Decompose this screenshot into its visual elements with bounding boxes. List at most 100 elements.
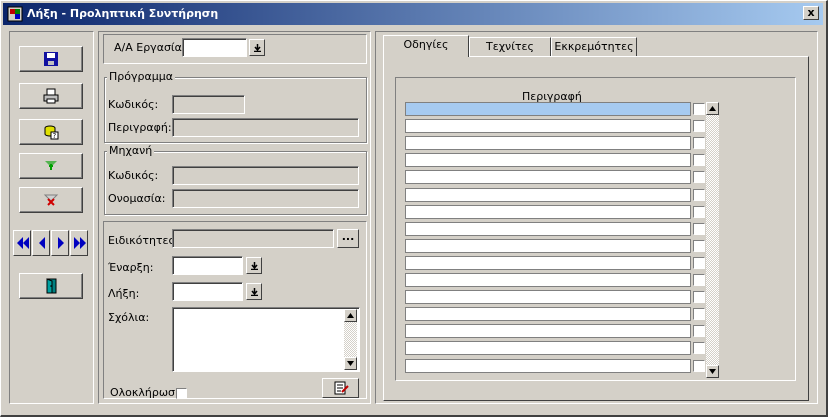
start-date-input[interactable] [172,256,243,275]
grid-row[interactable] [405,205,691,219]
grid-row-checkbox[interactable] [693,360,705,372]
close-button[interactable]: x [803,6,819,20]
database-query-icon: ? [44,125,59,140]
delete-row-icon [43,194,59,206]
scroll-down-icon [709,369,716,374]
program-description-field[interactable] [172,118,359,137]
dropdown-arrow-icon [254,44,261,52]
completion-label: Ολοκλήρωση [110,386,182,399]
grid-row-checkbox[interactable] [693,120,705,132]
start-label: Έναρξη: [108,261,154,274]
notes-button[interactable] [322,378,359,398]
grid-row-checkbox[interactable] [693,154,705,166]
grid-row[interactable] [405,290,691,304]
machine-name-field[interactable] [172,189,359,208]
grid-row[interactable] [405,239,691,253]
previous-record-icon [39,237,45,249]
grid-row[interactable] [405,273,691,287]
tab-technicians[interactable]: Τεχνίτες [469,37,551,57]
grid-row[interactable] [405,256,691,270]
grid-row[interactable] [405,188,691,202]
job-number-dropdown[interactable] [249,39,265,56]
comments-textarea[interactable] [172,307,360,372]
grid-row[interactable] [405,170,691,184]
tab-instructions[interactable]: Οδηγίες [383,35,469,57]
notes-pen-icon [334,381,349,395]
grid-row-checkbox[interactable] [693,206,705,218]
grid-row-checkbox[interactable] [693,171,705,183]
add-row-icon [45,161,57,170]
next-record-button[interactable] [51,230,69,256]
grid-row-checkbox[interactable] [693,223,705,235]
save-button[interactable] [19,46,83,72]
specialties-browse-button[interactable]: ... [337,229,359,248]
exit-button[interactable] [19,273,83,299]
add-record-button[interactable] [19,153,83,179]
first-record-icon [17,237,29,249]
job-number-label: Α/Α Εργασίας [114,41,189,54]
comments-scroll-down[interactable] [344,357,357,370]
grid-scroll-up[interactable] [706,102,719,115]
title-bar[interactable]: Λήξη - Προληπτική Συντήρηση x [3,3,823,25]
exit-door-icon [46,278,57,294]
grid-row-checkbox[interactable] [693,291,705,303]
end-label: Λήξη: [108,287,140,300]
first-record-button[interactable] [13,230,31,256]
grid-row[interactable] [405,153,691,167]
main-window: Λήξη - Προληπτική Συντήρηση x ? Α/Α Εργα… [0,0,828,417]
grid-row[interactable] [405,324,691,338]
grid-row[interactable] [405,222,691,236]
machine-group-title: Μηχανή [107,144,155,157]
grid-row[interactable] [405,119,691,133]
scroll-up-icon [347,313,354,318]
tab-pending[interactable]: Εκκρεμότητες [551,37,637,57]
previous-record-button[interactable] [32,230,50,256]
machine-name-label: Ονομασία: [108,192,166,205]
grid-row-checkbox[interactable] [693,342,705,354]
machine-code-field[interactable] [172,166,359,185]
grid-row[interactable] [405,136,691,150]
program-code-label: Κωδικός: [108,98,159,111]
grid-row[interactable] [405,102,691,116]
last-record-button[interactable] [70,230,88,256]
start-date-dropdown[interactable] [246,257,262,274]
print-button[interactable] [19,83,83,109]
comments-label: Σχόλια: [108,311,150,324]
grid-row-checkbox[interactable] [693,240,705,252]
next-record-icon [58,237,64,249]
grid-scrollbar[interactable] [706,102,719,378]
dropdown-arrow-icon [251,288,258,296]
grid-row-checkbox[interactable] [693,103,705,115]
program-code-field[interactable] [172,95,245,114]
grid-row-checkbox[interactable] [693,137,705,149]
comments-scroll-up[interactable] [344,309,357,322]
delete-record-button[interactable] [19,187,83,213]
grid-row-checkbox[interactable] [693,189,705,201]
program-group-title: Πρόγραμμα [107,70,175,83]
grid-row[interactable] [405,307,691,321]
grid-row[interactable] [405,359,691,373]
scroll-up-icon [709,106,716,111]
floppy-disk-icon [44,52,58,66]
printer-icon [43,88,59,104]
program-description-label: Περιγραφή: [108,121,172,134]
query-button[interactable]: ? [19,119,83,145]
job-number-input[interactable] [182,38,247,57]
end-date-input[interactable] [172,282,243,301]
specialties-label: Ειδικότητες: [108,234,179,247]
svg-text:?: ? [53,132,57,140]
grid-row-checkbox[interactable] [693,257,705,269]
grid-row[interactable] [405,341,691,355]
window-title: Λήξη - Προληπτική Συντήρηση [27,7,219,20]
grid-scroll-down[interactable] [706,365,719,378]
app-icon [7,6,23,22]
specialties-field[interactable] [172,229,334,248]
completion-checkbox[interactable] [176,388,187,399]
record-navigator [13,230,89,256]
grid-row-checkbox[interactable] [693,325,705,337]
last-record-icon [74,237,86,249]
grid-row-checkbox[interactable] [693,274,705,286]
scroll-down-icon [347,361,354,366]
end-date-dropdown[interactable] [246,283,262,300]
grid-row-checkbox[interactable] [693,308,705,320]
